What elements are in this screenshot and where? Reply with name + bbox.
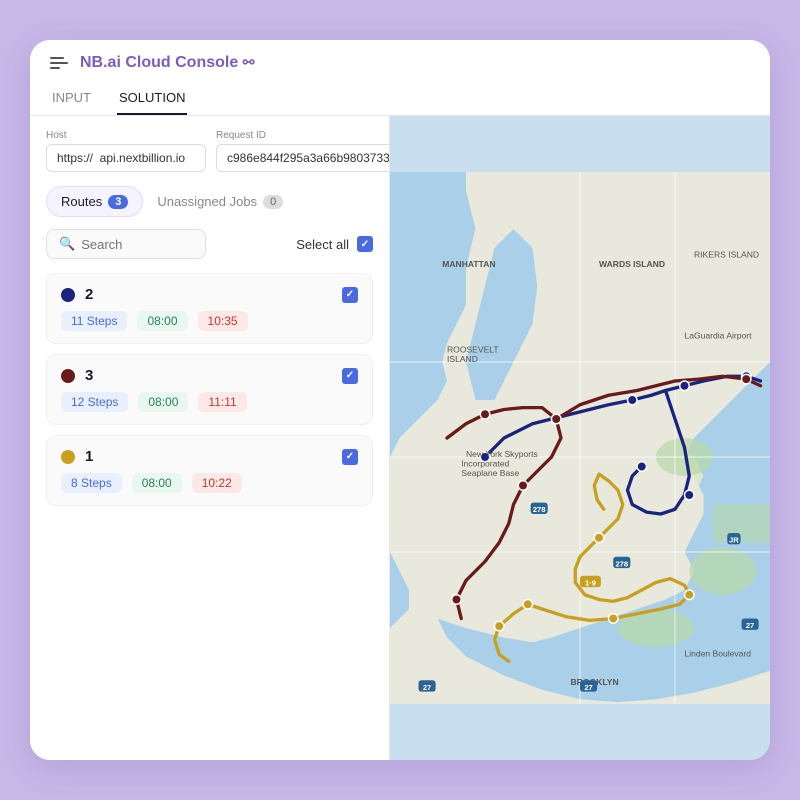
svg-text:1·9: 1·9	[585, 578, 596, 587]
content-area: Host Request ID Load Routes 3	[30, 116, 770, 760]
route-tabs: Routes 3 Unassigned Jobs 0	[46, 186, 373, 217]
route-2-start: 08:00	[137, 311, 187, 331]
svg-text:278: 278	[533, 505, 546, 514]
app-container: NB.ai Cloud Console ⚯ INPUT SOLUTION Hos…	[30, 40, 770, 760]
svg-text:Linden Boulevard: Linden Boulevard	[685, 649, 752, 659]
request-label: Request ID	[216, 130, 390, 141]
svg-text:RIKERS ISLAND: RIKERS ISLAND	[694, 250, 759, 260]
route-1-header: 1	[61, 448, 358, 465]
route-3-checkbox[interactable]	[342, 368, 358, 384]
brand-prefix: NB.ai	[80, 54, 121, 71]
search-select-row: 🔍 Select all	[46, 229, 373, 259]
request-input[interactable]	[216, 144, 390, 172]
svg-text:New York Skyports: New York Skyports	[466, 449, 538, 459]
brand-suffix: Cloud Console	[125, 54, 238, 71]
search-box: 🔍	[46, 229, 206, 259]
route-1-dot-name: 1	[61, 448, 93, 465]
svg-text:MANHATTAN: MANHATTAN	[442, 259, 495, 269]
route-2-dot	[61, 288, 75, 302]
svg-text:WARDS ISLAND: WARDS ISLAND	[599, 259, 665, 269]
sidebar: Host Request ID Load Routes 3	[30, 116, 390, 760]
select-all-checkbox[interactable]	[357, 236, 373, 252]
svg-text:Seaplane Base: Seaplane Base	[461, 468, 519, 478]
route-1-checkbox[interactable]	[342, 449, 358, 465]
route-3-name: 3	[85, 367, 93, 384]
tab-bar: INPUT SOLUTION	[50, 82, 750, 115]
sidebar-controls: Host Request ID Load Routes 3	[30, 116, 389, 269]
map-area[interactable]: MANHATTAN WARDS ISLAND RIKERS ISLAND ROO…	[390, 116, 770, 760]
route-1-name: 1	[85, 448, 93, 465]
header-top: NB.ai Cloud Console ⚯	[50, 54, 750, 72]
host-request-row: Host Request ID Load	[46, 130, 373, 172]
route-2-name: 2	[85, 286, 93, 303]
search-icon: 🔍	[59, 236, 75, 252]
menu-icon[interactable]	[50, 57, 68, 69]
request-field-group: Request ID	[216, 130, 390, 172]
route-2-checkbox[interactable]	[342, 287, 358, 303]
routes-tab-label: Routes	[61, 194, 102, 209]
route-2-steps: 11 Steps	[61, 311, 127, 331]
route-2-details: 11 Steps 08:00 10:35	[61, 311, 358, 331]
routes-badge: 3	[108, 195, 128, 209]
svg-text:ROOSEVELT: ROOSEVELT	[447, 345, 499, 355]
svg-text:ISLAND: ISLAND	[447, 354, 478, 364]
tab-input[interactable]: INPUT	[50, 82, 93, 115]
route-2-end: 10:35	[198, 311, 248, 331]
select-all-label: Select all	[296, 237, 349, 252]
routes-tab[interactable]: Routes 3	[46, 186, 143, 217]
route-item-1: 1 8 Steps 08:00 10:22	[46, 435, 373, 506]
route-2-dot-name: 2	[61, 286, 93, 303]
route-3-dot	[61, 369, 75, 383]
host-input[interactable]	[46, 144, 206, 172]
tab-solution[interactable]: SOLUTION	[117, 82, 187, 115]
select-all-row: Select all	[296, 236, 373, 252]
route-3-steps: 12 Steps	[61, 392, 128, 412]
route-1-steps: 8 Steps	[61, 473, 122, 493]
route-3-start: 08:00	[138, 392, 188, 412]
svg-text:27: 27	[746, 621, 754, 630]
route-3-details: 12 Steps 08:00 11:11	[61, 392, 358, 412]
brand-name: NB.ai Cloud Console ⚯	[80, 54, 254, 72]
route-1-details: 8 Steps 08:00 10:22	[61, 473, 358, 493]
routes-list: 2 11 Steps 08:00 10:35 3	[30, 269, 389, 760]
unassigned-tab[interactable]: Unassigned Jobs 0	[143, 186, 297, 217]
search-input[interactable]	[81, 237, 191, 252]
unassigned-badge: 0	[263, 195, 283, 209]
route-item-3: 3 12 Steps 08:00 11:11	[46, 354, 373, 425]
svg-text:JR: JR	[729, 536, 739, 545]
route-1-end: 10:22	[192, 473, 242, 493]
host-label: Host	[46, 130, 206, 141]
map-svg: MANHATTAN WARDS ISLAND RIKERS ISLAND ROO…	[390, 116, 770, 760]
svg-text:27: 27	[423, 683, 431, 692]
svg-text:27: 27	[584, 683, 592, 692]
header: NB.ai Cloud Console ⚯ INPUT SOLUTION	[30, 40, 770, 116]
unassigned-tab-label: Unassigned Jobs	[157, 194, 257, 209]
route-1-dot	[61, 450, 75, 464]
route-1-start: 08:00	[132, 473, 182, 493]
route-2-header: 2	[61, 286, 358, 303]
link-icon: ⚯	[243, 54, 255, 70]
svg-text:LaGuardia Airport: LaGuardia Airport	[685, 330, 753, 340]
svg-text:Incorporated: Incorporated	[461, 459, 509, 469]
host-field-group: Host	[46, 130, 206, 172]
route-3-end: 11:11	[198, 392, 246, 412]
route-3-dot-name: 3	[61, 367, 93, 384]
route-3-header: 3	[61, 367, 358, 384]
svg-text:278: 278	[615, 559, 628, 568]
route-item-2: 2 11 Steps 08:00 10:35	[46, 273, 373, 344]
